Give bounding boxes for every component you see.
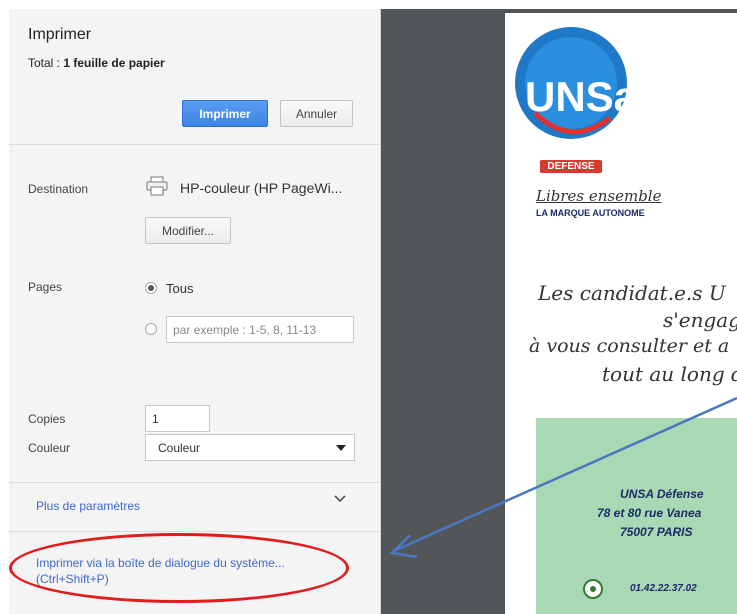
annotation-arrow [389,396,737,559]
